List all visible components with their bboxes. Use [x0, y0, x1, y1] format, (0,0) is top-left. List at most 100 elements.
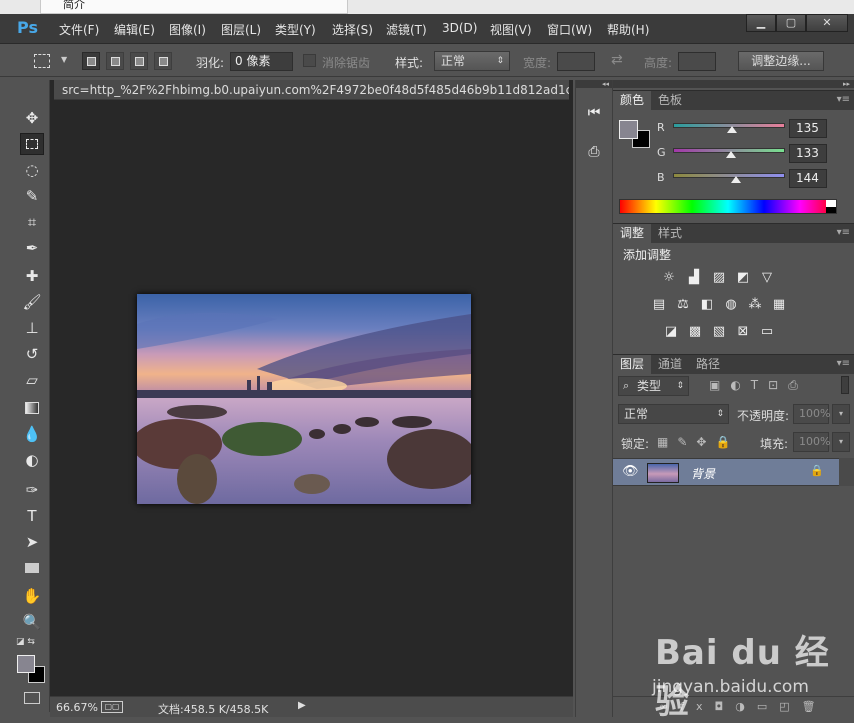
hue-saturation-icon[interactable]: ▤ [650, 297, 668, 313]
close-button[interactable]: ✕ [806, 14, 848, 32]
eraser-tool-icon[interactable]: ▱ [20, 369, 44, 391]
panel-menu-icon[interactable]: ▾≡ [837, 94, 850, 105]
style-select[interactable]: 正常 ⇕ [434, 51, 510, 71]
channel-slider-thumb[interactable] [730, 176, 741, 183]
new-selection-icon[interactable] [82, 52, 100, 70]
color-lookup-icon[interactable]: ▦ [770, 297, 788, 313]
add-selection-icon[interactable] [106, 52, 124, 70]
minimize-button[interactable]: ▁ [746, 14, 776, 32]
levels-icon[interactable]: ▟ [685, 270, 703, 286]
menu-image[interactable]: 图像(I) [169, 21, 206, 38]
dodge-tool-icon[interactable]: ◐ [20, 449, 44, 471]
channel-slider-thumb[interactable] [726, 151, 737, 158]
channel-slider-thumb[interactable] [727, 126, 738, 133]
color-foreground-swatch[interactable] [619, 120, 638, 139]
black-white-icon[interactable]: ◧ [698, 297, 716, 313]
crop-tool-icon[interactable]: ⌗ [20, 211, 44, 233]
hand-tool-icon[interactable]: ✋ [20, 585, 44, 607]
menu-file[interactable]: 文件(F) [59, 21, 99, 38]
channel-value-g[interactable]: 133 [789, 144, 827, 163]
history-brush-tool-icon[interactable]: ↺ [20, 343, 44, 365]
color-balance-icon[interactable]: ⚖ [674, 297, 692, 313]
subtract-selection-icon[interactable] [130, 52, 148, 70]
layer-filter-icons[interactable]: ▣◐T⊡⎙ [709, 378, 808, 393]
maximize-button[interactable]: ▢ [776, 14, 806, 32]
tab-paths[interactable]: 路径 [689, 355, 727, 375]
status-menu-arrow-icon[interactable]: ▶ [298, 700, 306, 711]
menu-select[interactable]: 选择(S) [332, 21, 373, 38]
fill-dropdown-icon[interactable]: ▾ [832, 432, 850, 452]
quick-mask-icon[interactable] [24, 692, 40, 704]
invert-icon[interactable]: ◪ [662, 324, 680, 340]
lasso-tool-icon[interactable]: ◌ [20, 159, 44, 181]
menu-help[interactable]: 帮助(H) [607, 21, 649, 38]
threshold-icon[interactable]: ▧ [710, 324, 728, 340]
move-tool-icon[interactable]: ✥ [20, 107, 44, 129]
eyedropper-tool-icon[interactable]: ✒ [20, 237, 44, 259]
path-select-tool-icon[interactable]: ➤ [20, 531, 44, 553]
menu-view[interactable]: 视图(V) [490, 21, 532, 38]
menu-3d[interactable]: 3D(D) [442, 21, 477, 35]
channel-value-b[interactable]: 144 [789, 169, 827, 188]
healing-brush-tool-icon[interactable]: ✚ [20, 265, 44, 287]
blur-tool-icon[interactable]: 💧 [20, 423, 44, 445]
channel-mixer-icon[interactable]: ⁂ [746, 297, 764, 313]
menu-type[interactable]: 类型(Y) [275, 21, 316, 38]
marquee-tool-icon[interactable] [34, 54, 50, 68]
quick-select-tool-icon[interactable]: ✎ [20, 185, 44, 207]
fill-input[interactable]: 100% [793, 432, 830, 452]
clone-stamp-tool-icon[interactable]: ⊥ [20, 317, 44, 339]
rectangle-tool-icon[interactable] [20, 557, 44, 579]
layer-filter-select[interactable]: ⌕ 类型 ⇕ [618, 376, 689, 396]
zoom-tool-icon[interactable]: 🔍 [20, 611, 44, 633]
panel-menu-icon[interactable]: ▾≡ [837, 227, 850, 238]
gradient-tool-icon[interactable] [20, 397, 44, 419]
history-panel-icon[interactable]: ⏮ [584, 105, 604, 125]
intersect-selection-icon[interactable] [154, 52, 172, 70]
channel-value-r[interactable]: 135 [789, 119, 827, 138]
menu-filter[interactable]: 滤镜(T) [386, 21, 427, 38]
tab-layers[interactable]: 图层 [613, 355, 652, 375]
collapse-arrows-icon[interactable]: ◂◂ [576, 80, 612, 88]
tab-swatches[interactable]: 色板 [651, 91, 689, 111]
brightness-icon[interactable]: ☼ [660, 270, 678, 286]
pen-tool-icon[interactable]: ✑ [20, 479, 44, 501]
filter-toggle[interactable] [841, 376, 849, 394]
refine-edge-button[interactable]: 调整边缘... [738, 51, 824, 71]
type-tool-icon[interactable]: T [20, 505, 44, 527]
eye-icon[interactable]: 👁 [622, 464, 639, 479]
posterize-icon[interactable]: ▩ [686, 324, 704, 340]
zoom-level[interactable]: 66.67% [56, 701, 98, 714]
default-colors-icon[interactable]: ◪ ⇆ [16, 637, 35, 647]
gradient-map-icon[interactable]: ▭ [758, 324, 776, 340]
properties-panel-icon[interactable]: ⎙ [584, 144, 604, 164]
expand-arrows-icon[interactable]: ▸▸ [613, 80, 854, 88]
feather-input[interactable]: 0 像素 [230, 52, 293, 71]
brush-tool-icon[interactable]: 🖌 [20, 291, 44, 313]
lock-icons[interactable]: ▦✎✥🔒 [657, 435, 739, 449]
rect-marquee-tool-icon[interactable] [20, 133, 44, 155]
opacity-input[interactable]: 100% [793, 404, 830, 424]
browser-tab[interactable]: 简介 [40, 0, 348, 14]
vibrance-icon[interactable]: ▽ [758, 270, 776, 286]
opacity-dropdown-icon[interactable]: ▾ [832, 404, 850, 424]
menu-window[interactable]: 窗口(W) [547, 21, 592, 38]
blend-mode-select[interactable]: 正常 ⇕ [618, 404, 729, 424]
tab-color[interactable]: 颜色 [613, 91, 652, 111]
menu-layer[interactable]: 图层(L) [221, 21, 261, 38]
foreground-color-swatch[interactable] [17, 655, 35, 673]
swap-arrows-icon[interactable]: ⇄ [611, 52, 623, 68]
tab-adjustments[interactable]: 调整 [613, 224, 652, 244]
tool-preset-arrow-icon[interactable]: ▼ [61, 55, 67, 64]
channel-slider-b[interactable] [673, 173, 785, 178]
color-spectrum-bar[interactable] [619, 199, 837, 214]
exposure-icon[interactable]: ◩ [734, 270, 752, 286]
curves-icon[interactable]: ▨ [710, 270, 728, 286]
width-input[interactable] [557, 52, 595, 71]
tab-styles[interactable]: 样式 [651, 224, 689, 244]
height-input[interactable] [678, 52, 716, 71]
tab-channels[interactable]: 通道 [651, 355, 689, 375]
layer-row[interactable]: 👁 背景 🔒 [613, 458, 839, 486]
panel-menu-icon[interactable]: ▾≡ [837, 358, 850, 369]
layer-name[interactable]: 背景 [691, 465, 715, 482]
